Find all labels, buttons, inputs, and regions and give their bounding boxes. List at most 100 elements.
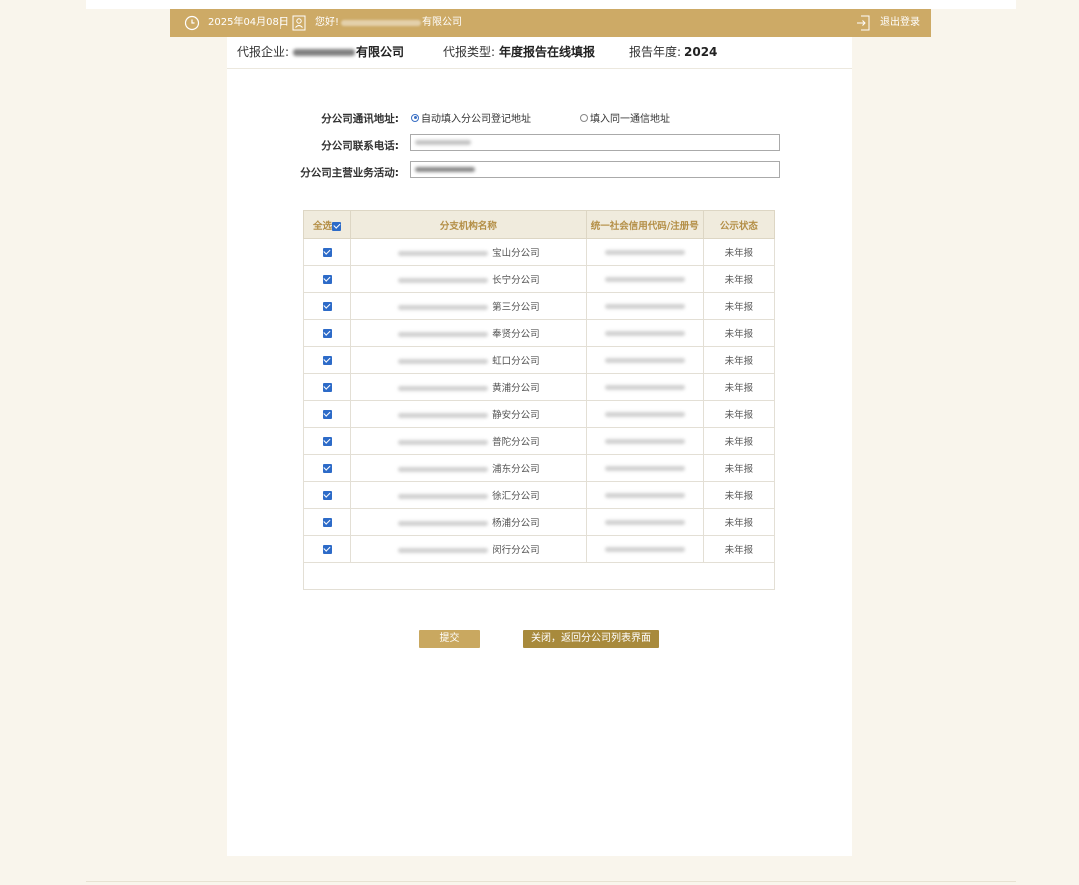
row-checkbox[interactable] [322, 463, 332, 473]
branch-name-cell: 徐汇分公司 [350, 481, 587, 509]
header-date: 2025年04月08日 [208, 17, 289, 28]
branch-name-cell: 闵行分公司 [350, 535, 587, 563]
branch-table: 全选 分支机构名称 统一社会信用代码/注册号 公示状态 宝山分公司 未年报 长宁分公… [302, 210, 776, 590]
user-icon [292, 15, 306, 31]
radio-auto-address[interactable]: 自动填入分公司登记地址 [411, 110, 531, 125]
close-return-button[interactable]: 关闭，返回分公司列表界面 [523, 630, 659, 648]
row-select-cell[interactable] [302, 238, 352, 266]
redacted-credit-code [604, 546, 685, 552]
header-company: 有限公司 [422, 17, 462, 28]
credit-code-cell [585, 238, 704, 266]
row-checkbox[interactable] [322, 409, 332, 419]
row-select-cell[interactable] [302, 535, 352, 563]
row-select-cell[interactable] [302, 454, 352, 482]
submit-button[interactable]: 提交 [419, 630, 480, 648]
row-select-cell[interactable] [302, 427, 352, 455]
redacted-phone [415, 140, 471, 145]
row-checkbox[interactable] [322, 247, 332, 257]
empty-cell [303, 562, 775, 590]
table-row: 第三分公司 未年报 [302, 292, 776, 320]
branch-name-cell: 第三分公司 [350, 292, 587, 320]
row-checkbox[interactable] [322, 436, 332, 446]
header-greeting: 您好! [315, 17, 340, 28]
row-select-cell[interactable] [302, 373, 352, 401]
redacted-branch-prefix [398, 251, 489, 256]
table-row: 虹口分公司 未年报 [302, 346, 776, 374]
credit-code-cell [585, 400, 704, 428]
redacted-credit-code [604, 357, 685, 363]
company-label: 代报企业: [237, 45, 290, 59]
status-header: 公示状态 [702, 210, 776, 239]
branch-name-cell: 浦东分公司 [350, 454, 587, 482]
redacted-credit-code [604, 465, 685, 471]
row-checkbox[interactable] [322, 490, 332, 500]
table-header-row: 全选 分支机构名称 统一社会信用代码/注册号 公示状态 [302, 210, 776, 239]
branch-name-cell: 静安分公司 [350, 400, 587, 428]
row-select-cell[interactable] [302, 265, 352, 293]
branch-name-cell: 虹口分公司 [350, 346, 587, 374]
redacted-branch-prefix [398, 467, 489, 472]
table-row: 杨浦分公司 未年报 [302, 508, 776, 536]
name-header: 分支机构名称 [350, 210, 587, 239]
table-row: 宝山分公司 未年报 [302, 238, 776, 266]
select-all-header[interactable]: 全选 [302, 210, 352, 239]
credit-code-cell [585, 373, 704, 401]
row-checkbox[interactable] [322, 544, 332, 554]
year-label: 报告年度: [629, 45, 682, 59]
phone-input[interactable] [410, 134, 780, 151]
credit-code-cell [585, 535, 704, 563]
top-strip [86, 0, 1016, 9]
row-select-cell[interactable] [302, 481, 352, 509]
row-select-cell[interactable] [302, 346, 352, 374]
logout-icon[interactable] [856, 15, 870, 31]
table-row: 长宁分公司 未年报 [302, 265, 776, 293]
redacted-company [293, 49, 355, 56]
clock-icon [184, 15, 200, 31]
redacted-credit-code [604, 411, 685, 417]
redacted-branch-prefix [398, 305, 489, 310]
table-row: 徐汇分公司 未年报 [302, 481, 776, 509]
redacted-name [341, 20, 421, 26]
table-row: 闵行分公司 未年报 [302, 535, 776, 563]
row-select-cell[interactable] [302, 292, 352, 320]
redacted-branch-prefix [398, 332, 489, 337]
redacted-branch-prefix [398, 548, 489, 553]
status-cell: 未年报 [702, 535, 776, 563]
row-checkbox[interactable] [322, 355, 332, 365]
redacted-branch-prefix [398, 386, 489, 391]
redacted-credit-code [604, 276, 685, 282]
table-row: 浦东分公司 未年报 [302, 454, 776, 482]
status-cell: 未年报 [702, 454, 776, 482]
row-checkbox[interactable] [322, 517, 332, 527]
redacted-credit-code [604, 330, 685, 336]
radio-selected-icon[interactable] [411, 113, 419, 122]
redacted-branch-prefix [398, 359, 489, 364]
row-checkbox[interactable] [322, 328, 332, 338]
status-cell: 未年报 [702, 373, 776, 401]
year-value: 2024 [684, 45, 718, 59]
credit-code-cell [585, 346, 704, 374]
row-checkbox[interactable] [322, 301, 332, 311]
row-select-cell[interactable] [302, 400, 352, 428]
row-checkbox[interactable] [322, 274, 332, 284]
credit-code-cell [585, 481, 704, 509]
report-info-row: 代报企业: 有限公司 代报类型: 年度报告在线填报 报告年度: 2024 [227, 37, 852, 69]
row-select-cell[interactable] [302, 508, 352, 536]
header-bar: 2025年04月08日 您好! 有限公司 退出登录 [170, 9, 931, 37]
logout-link[interactable]: 退出登录 [880, 9, 920, 37]
row-select-cell[interactable] [302, 319, 352, 347]
credit-code-cell [585, 265, 704, 293]
redacted-branch-prefix [398, 521, 489, 526]
radio-same-address[interactable]: 填入同一通信地址 [580, 110, 670, 125]
redacted-credit-code [604, 303, 685, 309]
bottom-divider [86, 881, 1016, 882]
branch-name-cell: 长宁分公司 [350, 265, 587, 293]
business-input[interactable] [410, 161, 780, 178]
select-all-checkbox[interactable] [332, 221, 342, 231]
phone-label: 分公司联系电话: [321, 140, 399, 152]
table-empty-row [303, 562, 775, 590]
row-checkbox[interactable] [322, 382, 332, 392]
redacted-credit-code [604, 384, 685, 390]
credit-code-cell [585, 454, 704, 482]
radio-unselected-icon[interactable] [580, 113, 588, 122]
